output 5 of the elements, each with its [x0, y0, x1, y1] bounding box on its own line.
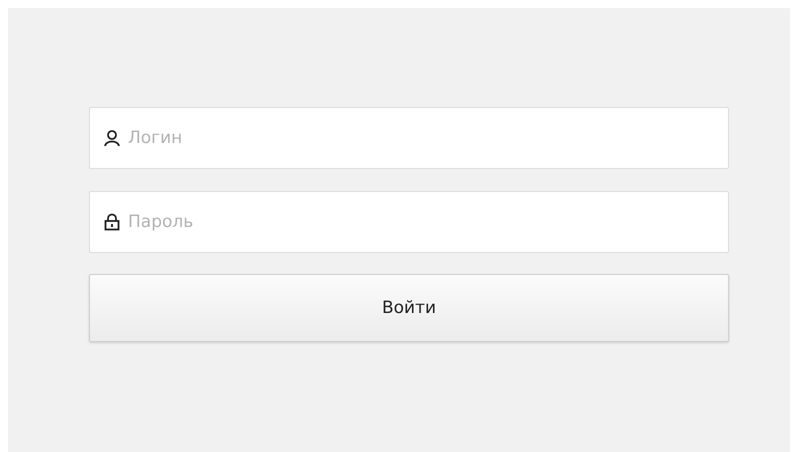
- login-button[interactable]: Войти: [89, 274, 729, 342]
- login-field[interactable]: Логин: [89, 107, 729, 169]
- password-field[interactable]: Пароль: [89, 191, 729, 253]
- lock-icon: [103, 213, 121, 231]
- user-icon: [103, 129, 121, 147]
